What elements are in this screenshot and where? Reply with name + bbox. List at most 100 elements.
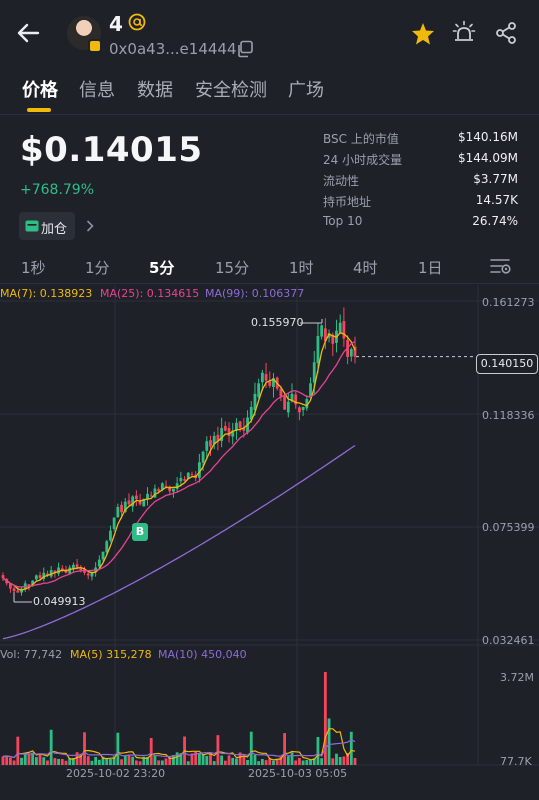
volume-bar (272, 760, 275, 765)
volume-bar (327, 718, 331, 765)
copy-icon[interactable] (236, 40, 254, 58)
volume-bar (160, 760, 164, 765)
volume-bar (127, 755, 131, 765)
stat-liquidity-label: 流动性 (323, 174, 360, 188)
candle-body (268, 381, 272, 386)
volume-bar (60, 759, 64, 765)
candle-body (16, 590, 20, 593)
volume-bar (197, 753, 201, 765)
candle-body (179, 478, 183, 482)
add-position-button[interactable]: 加仓 (19, 212, 75, 240)
candle-body (86, 573, 90, 576)
stat-volume-label: 24 小时成交量 (323, 153, 403, 167)
candle-body (112, 517, 116, 529)
volume-bar (342, 756, 346, 765)
volume-bar (249, 731, 253, 765)
candle-body (238, 421, 242, 429)
share-icon[interactable] (494, 21, 518, 45)
volume-bar (338, 757, 342, 765)
volume-bar (123, 755, 127, 765)
stat-holders-label: 持币地址 (323, 195, 372, 209)
back-arrow-icon[interactable] (16, 22, 40, 44)
interval-5m[interactable]: 5分 (149, 257, 174, 278)
candle-body (257, 383, 261, 397)
volume-bar (286, 756, 290, 765)
volume-bar (53, 758, 57, 765)
chart-overlays (13, 318, 476, 603)
volume-bar (309, 759, 312, 765)
volume-bar (257, 761, 261, 765)
interval-15m[interactable]: 15分 (215, 257, 249, 278)
candle-body (38, 575, 42, 579)
tab-square[interactable]: 广场 (288, 76, 324, 102)
interval-1h[interactable]: 1时 (289, 257, 314, 278)
candle-body (183, 479, 186, 481)
candle-body (283, 396, 287, 410)
volume-bar (42, 757, 46, 765)
stat-top10-label: Top 10 (323, 214, 363, 228)
volume-bar (216, 735, 220, 765)
volume-bar (97, 759, 101, 765)
candle-body (264, 374, 268, 381)
star-icon[interactable] (411, 22, 435, 45)
volume-bar (220, 755, 224, 765)
volume-bars (1, 672, 357, 765)
at-sign-icon[interactable] (128, 13, 146, 31)
active-tab-indicator (27, 108, 51, 112)
interval-4h[interactable]: 4时 (353, 257, 378, 278)
buy-marker[interactable]: B (132, 523, 148, 541)
chain-badge (88, 39, 102, 53)
volume-axis-max: 3.72M (500, 671, 534, 684)
alarm-light-icon[interactable] (452, 20, 476, 44)
time-axis-label: 2025-10-02 23:20 (66, 767, 166, 780)
divider (0, 114, 539, 115)
volume-bar (109, 759, 112, 765)
volume-bar (5, 755, 9, 765)
interval-1d[interactable]: 1日 (418, 257, 443, 278)
candle-body (316, 335, 320, 364)
volume-bar (153, 755, 157, 765)
volume-bar (38, 753, 42, 765)
interval-1m[interactable]: 1分 (85, 257, 110, 278)
volume-bar (138, 761, 142, 765)
price-chart[interactable] (0, 283, 539, 800)
tab-bar: 价格 信息 数据 安全检测 广场 (0, 70, 539, 114)
tab-data[interactable]: 数据 (137, 76, 173, 102)
candle-body (205, 441, 209, 451)
stat-top10-value: 26.74% (472, 214, 518, 228)
stat-market-cap-value: $140.16M (458, 130, 518, 144)
tab-security[interactable]: 安全检测 (195, 76, 267, 102)
candle-body (298, 407, 301, 413)
volume-bar (335, 753, 338, 765)
chevron-right-icon[interactable] (86, 219, 94, 233)
candle-body (312, 362, 316, 383)
tab-price[interactable]: 价格 (22, 76, 58, 102)
volume-bar (316, 736, 320, 765)
stat-volume-value: $144.09M (458, 151, 518, 165)
chart-settings-icon[interactable] (490, 257, 512, 275)
volume-bar (305, 759, 309, 765)
price-change: +768.79% (20, 182, 95, 198)
tab-info[interactable]: 信息 (79, 76, 115, 102)
candle-body (68, 567, 72, 574)
volume-bar (20, 757, 23, 765)
interval-1s[interactable]: 1秒 (21, 257, 46, 278)
volume-bar (231, 757, 235, 765)
volume-bar (90, 760, 94, 765)
candle-body (1, 575, 5, 579)
price-axis-label: 0.032461 (482, 634, 535, 647)
candle-body (320, 325, 324, 337)
add-position-label: 加仓 (41, 222, 68, 237)
candle-body (127, 500, 131, 505)
volume-bar (49, 729, 53, 765)
volume-bar (227, 755, 231, 765)
current-price: $0.14015 (20, 130, 203, 170)
candles (1, 307, 357, 596)
volume-bar (157, 760, 161, 765)
volume-bar (253, 754, 257, 765)
volume-bar (120, 759, 123, 765)
volume-bar (31, 752, 35, 765)
candle-body (209, 440, 212, 447)
candle-body (12, 588, 16, 592)
volume-bar (298, 758, 301, 765)
